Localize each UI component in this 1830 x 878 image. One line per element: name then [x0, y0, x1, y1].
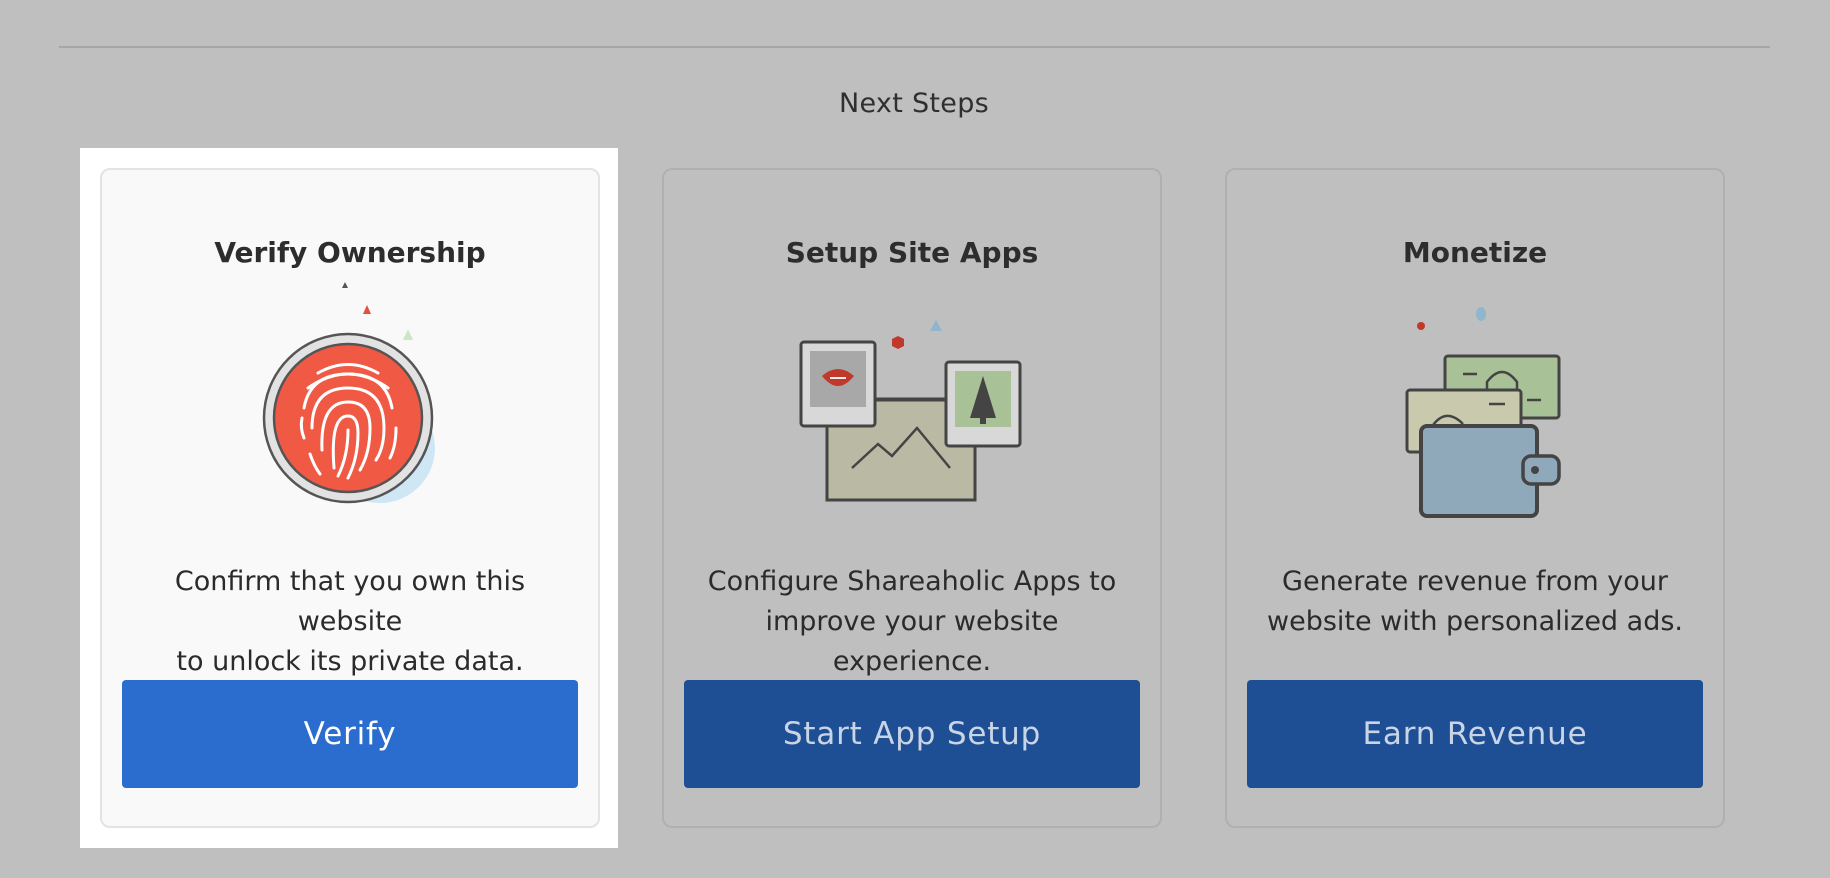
card-title: Verify Ownership [214, 236, 486, 269]
section-divider [59, 46, 1770, 48]
monetize-card: Monetize Generate revenue from your webs… [1225, 168, 1725, 828]
setup-site-apps-card: Setup Site Apps Configure Shareaholic Ap… [662, 168, 1162, 828]
section-title: Next Steps [838, 88, 990, 119]
verify-button[interactable]: Verify [122, 680, 578, 788]
earn-revenue-button[interactable]: Earn Revenue [1247, 680, 1703, 788]
card-description: Generate revenue from your website with … [1267, 566, 1683, 637]
verify-ownership-card: Verify Ownership Confirm that you own th… [100, 168, 600, 828]
card-title: Setup Site Apps [785, 236, 1039, 269]
card-title: Monetize [1402, 236, 1548, 269]
start-app-setup-button[interactable]: Start App Setup [684, 680, 1140, 788]
card-description: Configure Shareaholic Apps to improve yo… [707, 566, 1117, 677]
card-description: Confirm that you own this website to unl… [174, 566, 526, 677]
